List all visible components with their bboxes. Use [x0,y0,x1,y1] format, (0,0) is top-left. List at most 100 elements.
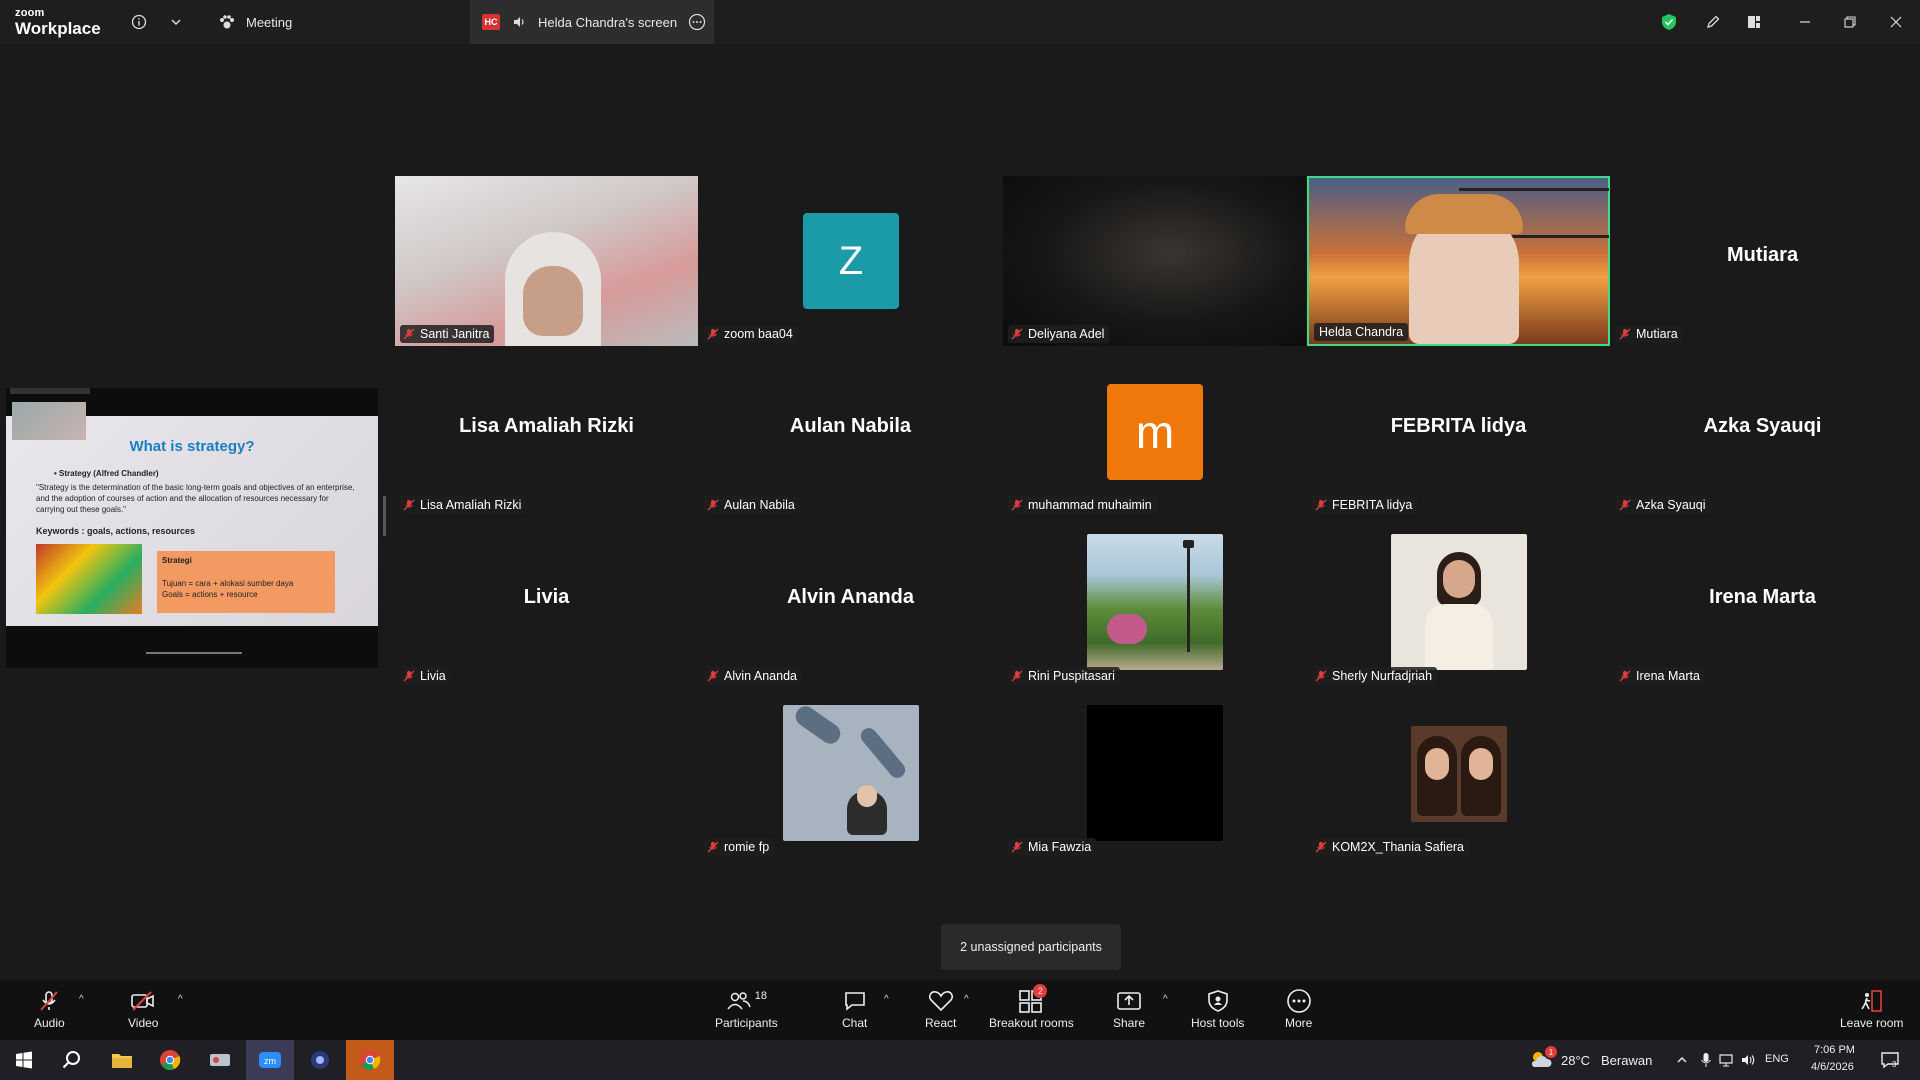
weather-icon[interactable]: 1 [1528,1046,1557,1076]
mic-muted-icon [1619,499,1631,511]
participant-tile[interactable]: Alvin Ananda Alvin Ananda [699,518,1002,688]
close-icon[interactable] [1885,11,1907,33]
participant-name-label: Sherly Nurfadjriah [1312,667,1438,685]
mic-muted-icon [403,499,415,511]
minimize-icon[interactable] [1794,11,1816,33]
audio-options-caret[interactable]: ^ [79,994,84,1005]
tray-chevron-up-icon[interactable] [1676,1053,1688,1071]
more-options-icon[interactable] [688,13,706,31]
video-button[interactable]: Video [128,988,158,1030]
participant-display-name: Mutiara [1726,244,1799,266]
participant-tile[interactable]: Rini Puspitasari [1003,518,1306,688]
participant-name-label: zoom baa04 [704,325,798,343]
windows-start-icon[interactable] [0,1040,48,1080]
host-tools-button[interactable]: Host tools [1191,988,1244,1030]
view-layout-icon[interactable] [1743,11,1765,33]
chevron-down-icon[interactable] [165,11,187,33]
participant-video [1309,178,1609,344]
participant-video [395,176,698,346]
chat-button[interactable]: Chat [842,988,867,1030]
mic-muted-icon [1315,670,1327,682]
mic-muted-icon [707,328,719,340]
mic-muted-icon [37,988,61,1014]
breakout-rooms-button[interactable]: 2 Breakout rooms [989,984,1074,1030]
participant-tile[interactable]: KOM2X_Thania Safiera [1307,689,1610,859]
participant-tile[interactable]: romie fp [699,689,1002,859]
zoom-logo: zoom Workplace [15,7,101,38]
participants-button[interactable]: 18 Participants [715,988,778,1030]
mic-muted-icon [1315,499,1327,511]
clock-date[interactable]: 4/6/2026 [1811,1061,1854,1073]
participant-name-label: Rini Puspitasari [1008,667,1120,685]
participant-tile[interactable]: Irena Marta Irena Marta [1611,518,1914,688]
app-paper-icon[interactable] [196,1040,244,1080]
tab-shared-screen[interactable]: HC Helda Chandra's screen [470,0,714,44]
participant-display-name: Irena Marta [1709,586,1816,608]
chrome-icon[interactable] [146,1040,194,1080]
react-button[interactable]: React [925,988,956,1030]
participant-tile[interactable]: Azka Syauqi Azka Syauqi [1611,347,1914,517]
more-button[interactable]: More [1285,988,1312,1030]
resize-handle[interactable] [383,496,386,536]
participant-name-label: Mia Fawzia [1008,838,1097,856]
slide-title: What is strategy? [129,438,255,455]
participant-tile[interactable]: FEBRITA lidya FEBRITA lidya [1307,347,1610,517]
notifications-icon[interactable]: 3 [1880,1050,1900,1075]
chrome-active-icon[interactable] [346,1040,394,1080]
breakout-badge: 2 [1033,984,1048,998]
share-button[interactable]: Share [1113,988,1145,1030]
mic-muted-icon [403,670,415,682]
restore-icon[interactable] [1839,11,1861,33]
participant-profile-photo [1087,534,1223,670]
meeting-stage: What is strategy? • Strategy (Alfred Cha… [0,44,1920,980]
leave-room-button[interactable]: Leave room [1840,988,1903,1030]
video-options-caret[interactable]: ^ [178,994,183,1005]
participant-name-label: Santi Janitra [400,325,495,343]
participant-name-label: FEBRITA lidya [1312,496,1418,514]
share-options-caret[interactable]: ^ [1163,994,1168,1005]
participant-name-label: Azka Syauqi [1616,496,1711,514]
clock-time[interactable]: 7:06 PM [1814,1044,1855,1056]
audio-button[interactable]: Audio [34,988,65,1030]
active-speaker-tile[interactable]: Helda Chandra [1307,176,1610,346]
camera-app-icon[interactable] [296,1040,344,1080]
volume-icon[interactable] [1740,1052,1756,1073]
microphone-tray-icon[interactable] [1700,1052,1712,1073]
windows-taskbar: zm 1 28°C Berawan ENG 7:06 PM 4/6/2026 3 [0,1040,1920,1080]
file-explorer-icon[interactable] [98,1040,146,1080]
chat-options-caret[interactable]: ^ [884,994,889,1005]
mic-muted-icon [707,841,719,853]
participant-tile[interactable]: Livia Livia [395,518,698,688]
participant-tile[interactable]: Sherly Nurfadjriah [1307,518,1610,688]
participant-name-label: Alvin Ananda [704,667,802,685]
participant-profile-photo [1391,534,1527,670]
tab-meeting[interactable]: Meeting [218,0,292,44]
presenter-video-thumbnail [12,402,86,440]
tab-screen-label: Helda Chandra's screen [538,14,678,30]
participant-tile[interactable]: m muhammad muhaimin [1003,347,1306,517]
network-icon[interactable] [1718,1052,1734,1073]
participant-display-name: Lisa Amaliah Rizki [459,415,634,437]
participant-tile[interactable]: Lisa Amaliah Rizki Lisa Amaliah Rizki [395,347,698,517]
react-options-caret[interactable]: ^ [964,994,969,1005]
participant-tile[interactable]: Mutiara Mutiara [1611,176,1914,346]
video-off-icon [130,988,156,1014]
participant-tile[interactable]: Mia Fawzia [1003,689,1306,859]
participant-profile-photo [1087,705,1223,841]
participant-avatar: Z [803,213,899,309]
participant-video [1003,176,1306,346]
mic-muted-icon [1011,841,1023,853]
annotate-pen-icon[interactable] [1702,11,1724,33]
participant-tile[interactable]: Santi Janitra [395,176,698,346]
participant-tile[interactable]: Aulan Nabila Aulan Nabila [699,347,1002,517]
screen-owner-badge: HC [482,14,500,30]
participant-name-label: romie fp [704,838,775,856]
zoom-taskbar-icon[interactable]: zm [246,1040,294,1080]
language-indicator[interactable]: ENG [1765,1053,1789,1065]
meeting-info-icon[interactable] [128,11,150,33]
encryption-shield-icon[interactable] [1658,11,1680,33]
shared-screen-thumbnail[interactable]: What is strategy? • Strategy (Alfred Cha… [6,388,378,668]
participant-tile[interactable]: Z zoom baa04 [699,176,1002,346]
search-icon[interactable] [48,1040,96,1080]
participant-tile[interactable]: Deliyana Adel [1003,176,1306,346]
